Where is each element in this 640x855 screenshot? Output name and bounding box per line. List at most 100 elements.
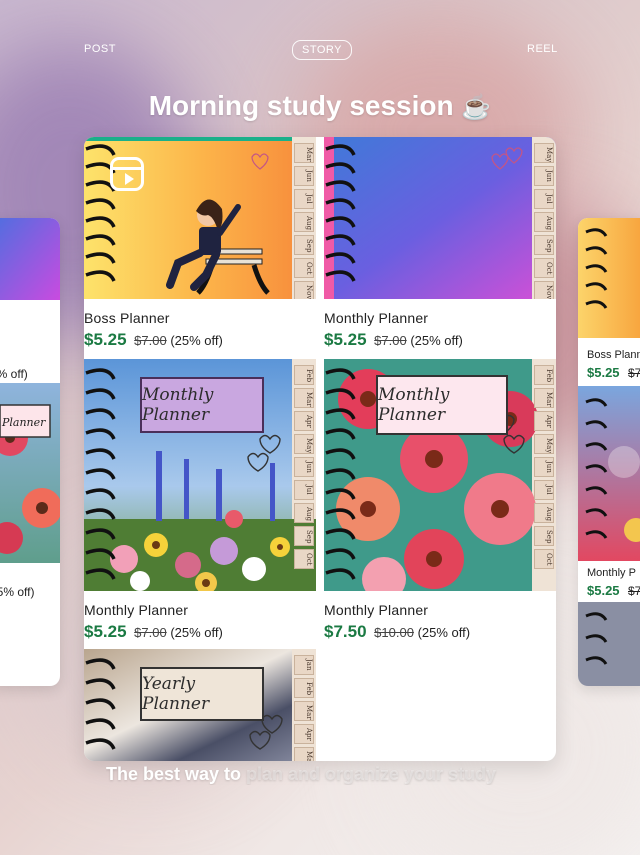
discount-label: (25% off)	[410, 333, 463, 348]
month-tab: Oct	[294, 258, 314, 278]
spiral-binding-icon	[85, 368, 116, 580]
cover-title-box: Yearly Planner	[140, 667, 264, 721]
left-preview-card[interactable]: 5% off) Planner 25% off)	[0, 218, 60, 686]
right-card-price-1: $5.25	[587, 365, 620, 380]
right-card-orig-2: $7	[628, 584, 640, 598]
tab-post[interactable]: POST	[84, 40, 116, 58]
month-tab: Jul	[294, 480, 314, 500]
sale-price: $5.25	[84, 622, 127, 641]
sale-price: $7.50	[324, 622, 367, 641]
caption-visible-text: The best way to	[106, 764, 247, 784]
product-price: $5.25 $7.00 (25% off)	[84, 622, 316, 643]
story-headline[interactable]: Morning study session ☕	[0, 90, 640, 122]
month-tab: Sep	[294, 526, 314, 546]
right-card-title-1: Boss Plann	[587, 349, 640, 361]
left-card-discount-2: 25% off)	[0, 585, 35, 599]
month-tab: Feb	[294, 365, 314, 385]
month-tab: Oct	[294, 549, 314, 569]
month-tab: Sep	[534, 235, 554, 255]
tab-reel[interactable]: REEL	[527, 40, 558, 58]
product-title[interactable]: Monthly Planner	[324, 310, 556, 326]
product-monthly-planner-daisies[interactable]: Monthly Planner Feb Mar Apr May Jun Jul …	[324, 359, 556, 643]
right-card-title-2: Monthly P	[587, 567, 636, 579]
discount-label: (25% off)	[417, 625, 471, 640]
month-tab: Aug	[534, 212, 554, 232]
product-price: $7.50 $10.00 (25% off)	[324, 622, 556, 643]
month-tab: Feb	[294, 678, 314, 698]
original-price: $7.00	[374, 333, 407, 348]
story-caption[interactable]: The best way to plan and organize your s…	[106, 764, 566, 785]
sale-price: $5.25	[324, 330, 367, 349]
right-card-orig-1: $7	[628, 366, 640, 380]
left-card-cover-label: Planner	[2, 416, 46, 429]
month-tab: Mar	[294, 701, 314, 721]
right-card-art	[578, 218, 640, 686]
month-tab: Jan	[294, 655, 314, 675]
monthly-planner-thumbnail[interactable]: Monthly Planner Feb Mar Apr May Jun Jul …	[84, 359, 316, 591]
monthly-planner-thumbnail[interactable]: May Jun Jul Aug Sep Oct Nov	[324, 137, 556, 299]
month-tabs: May Jun Jul Aug Sep Oct Nov	[534, 143, 554, 299]
spiral-binding-icon	[325, 368, 356, 580]
month-tab: Oct	[534, 258, 554, 278]
month-tab: May	[534, 143, 554, 163]
month-tab: Feb	[534, 365, 554, 385]
month-tab: May	[534, 434, 554, 454]
month-tabs: Feb Mar Apr May Jun Jul Aug Sep Oct	[294, 365, 314, 569]
left-card-art	[0, 218, 60, 563]
boss-planner-thumbnail[interactable]: Mar Jun Jul Aug Sep Oct Nov	[84, 137, 316, 299]
month-tab: Mar	[534, 388, 554, 408]
cover-title-box: Monthly Planner	[376, 375, 508, 435]
month-tab: Oct	[534, 549, 554, 569]
product-yearly-planner[interactable]: Yearly Planner Jan Feb Mar Apr May	[84, 649, 316, 761]
month-tab: Jul	[534, 189, 554, 209]
discount-label: (25% off)	[170, 333, 223, 348]
month-tab: Apr	[294, 411, 314, 431]
original-price: $7.00	[134, 625, 167, 640]
monthly-planner-cover	[324, 137, 556, 299]
month-tab: Apr	[534, 411, 554, 431]
month-tab: Sep	[294, 235, 314, 255]
product-boss-planner[interactable]: Mar Jun Jul Aug Sep Oct Nov Boss Planner…	[84, 137, 316, 351]
product-monthly-planner-wildflowers[interactable]: Monthly Planner Feb Mar Apr May Jun Jul …	[84, 359, 316, 643]
spiral-binding-icon	[85, 658, 116, 750]
original-price: $7.00	[134, 333, 167, 348]
month-tab: May	[294, 434, 314, 454]
left-card-discount-1: 5% off)	[0, 367, 28, 381]
right-card-price-2: $5.25	[587, 583, 620, 598]
spiral-binding-icon	[325, 144, 356, 282]
month-tab: Jul	[294, 189, 314, 209]
month-tab: Aug	[534, 503, 554, 523]
month-tabs: Jan Feb Mar Apr May	[294, 655, 314, 761]
month-tab: May	[294, 747, 314, 761]
sale-price: $5.25	[84, 330, 127, 349]
month-tabs: Mar Jun Jul Aug Sep Oct Nov	[294, 143, 314, 299]
month-tab: Mar	[294, 388, 314, 408]
month-tab: Sep	[534, 526, 554, 546]
headline-text: Morning study session	[148, 90, 454, 121]
month-tab: Jun	[294, 166, 314, 186]
right-preview-card[interactable]: Boss Plann $5.25 $7 Monthly P $5.25 $7	[578, 218, 640, 686]
product-title[interactable]: Monthly Planner	[84, 602, 316, 618]
month-tabs: Feb Mar Apr May Jun Jul Aug Sep Oct	[534, 365, 554, 569]
product-title[interactable]: Boss Planner	[84, 310, 316, 326]
product-price: $5.25 $7.00 (25% off)	[84, 330, 316, 351]
month-tab: Aug	[294, 503, 314, 523]
reel-icon	[110, 157, 144, 191]
month-tab: Aug	[294, 212, 314, 232]
product-title[interactable]: Monthly Planner	[324, 602, 556, 618]
product-monthly-planner-gradient[interactable]: May Jun Jul Aug Sep Oct Nov Monthly Plan…	[324, 137, 556, 351]
caption-faded-text: plan and organize your study	[246, 764, 497, 784]
tab-story[interactable]: STORY	[292, 40, 352, 60]
month-tab: Jun	[534, 166, 554, 186]
product-grid-card[interactable]: Mar Jun Jul Aug Sep Oct Nov Boss Planner…	[84, 137, 556, 761]
coffee-icon: ☕	[461, 94, 492, 121]
product-price: $5.25 $7.00 (25% off)	[324, 330, 556, 351]
discount-label: (25% off)	[170, 625, 223, 640]
yearly-planner-thumbnail[interactable]: Yearly Planner Jan Feb Mar Apr May	[84, 649, 316, 761]
month-tab: Jun	[294, 457, 314, 477]
month-tab: Nov	[534, 281, 554, 299]
monthly-planner-thumbnail[interactable]: Monthly Planner Feb Mar Apr May Jun Jul …	[324, 359, 556, 591]
original-price: $10.00	[374, 625, 414, 640]
month-tab: Nov	[294, 281, 314, 299]
month-tab: Mar	[294, 143, 314, 163]
